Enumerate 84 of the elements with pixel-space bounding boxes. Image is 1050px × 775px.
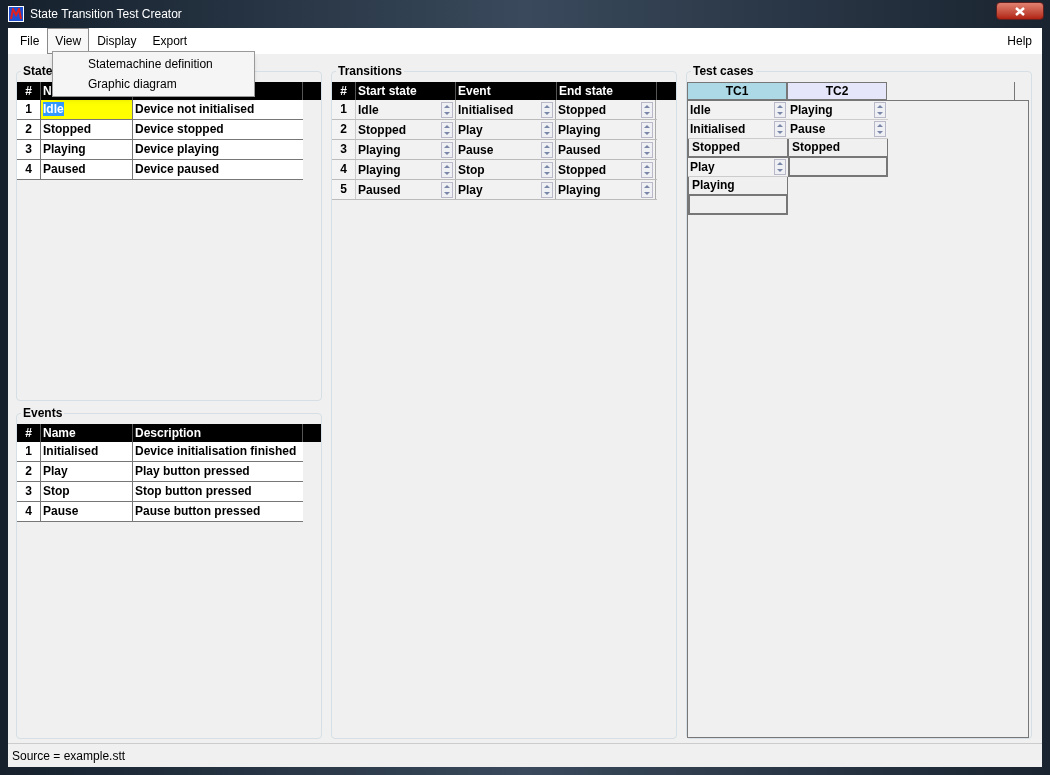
menu-item[interactable]: Display (89, 28, 145, 54)
table-cell[interactable]: Stopped (41, 120, 133, 139)
spinner-icon[interactable] (541, 101, 553, 118)
table-cell[interactable]: Initialised (458, 100, 514, 119)
table-cell[interactable]: Stopped (558, 160, 606, 179)
spinner-icon[interactable] (641, 161, 653, 178)
spinner-icon[interactable] (541, 121, 553, 138)
table-cell: 3 (17, 482, 41, 501)
table-cell: Stop (41, 482, 133, 501)
table-cell[interactable]: Idle (690, 101, 711, 119)
spinner-icon[interactable] (774, 159, 786, 175)
table-cell-text: Device playing (134, 141, 221, 158)
spinner-icon[interactable] (441, 101, 453, 118)
spinner-icon[interactable] (874, 102, 886, 118)
menu-option[interactable]: Statemachine definition (53, 54, 254, 74)
table-cell-text: Device stopped (134, 121, 225, 138)
spinner-icon[interactable] (774, 102, 786, 118)
spinner-icon[interactable] (541, 181, 553, 198)
group-title: Transitions (336, 64, 404, 78)
table-cell[interactable]: Playing (558, 180, 601, 199)
table-cell[interactable]: Stopped (358, 120, 406, 139)
table-cell[interactable]: Play (458, 120, 483, 139)
group-title: Events (21, 406, 65, 420)
spinner-icon[interactable] (641, 121, 653, 138)
table-cell[interactable]: Playing (358, 140, 401, 159)
spinner-icon[interactable] (441, 161, 453, 178)
table-cell[interactable]: Paused (358, 180, 401, 199)
spinner-icon[interactable] (541, 141, 553, 158)
table-cell: 3 (17, 140, 41, 159)
table-cell: 2 (332, 120, 356, 139)
spinner-icon[interactable] (641, 101, 653, 118)
table-cell[interactable]: Paused (41, 160, 133, 179)
table-cell[interactable]: Playing (558, 120, 601, 139)
table-cell[interactable]: Pause (458, 140, 494, 159)
table-cell: 4 (17, 502, 41, 521)
table-cell: 4 (17, 160, 41, 179)
menu-item[interactable]: View (47, 28, 90, 54)
table-cell[interactable]: Pause (790, 120, 826, 138)
menu-item[interactable]: Export (144, 28, 196, 54)
table-cell: Pause (41, 502, 133, 521)
spinner-icon[interactable] (641, 141, 653, 158)
close-button[interactable] (996, 2, 1044, 20)
table-cell[interactable]: Paused (558, 140, 601, 159)
window-title: State Transition Test Creator (30, 6, 182, 23)
table-cell-text: Play button pressed (134, 463, 251, 480)
table-cell[interactable]: Play (690, 158, 715, 176)
spinner-icon[interactable] (774, 121, 786, 137)
table-cell: Playing (688, 177, 788, 196)
spinner-icon[interactable] (541, 161, 553, 178)
app-icon (8, 6, 24, 22)
column-header[interactable]: TC1 (687, 82, 787, 100)
table-cell: 3 (332, 140, 356, 159)
menu-item[interactable]: File (12, 28, 48, 54)
spinner-icon[interactable] (441, 121, 453, 138)
spinner-icon[interactable] (441, 181, 453, 198)
table-cell-text: Device paused (134, 161, 221, 178)
group-title: State (21, 64, 55, 78)
table-cell: 2 (17, 120, 41, 139)
table-cell: Stopped (788, 139, 888, 158)
table-cell[interactable]: Playing (358, 160, 401, 179)
table-cell-text: Device not initialised (134, 101, 256, 118)
menu-item[interactable]: Help (1001, 32, 1038, 50)
table-cell[interactable]: Idle (358, 100, 379, 119)
column-header[interactable]: TC2 (787, 82, 887, 100)
group-title: Test cases (691, 64, 756, 78)
table-cell-text: Stop button pressed (134, 483, 253, 500)
table-cell[interactable]: Play (458, 180, 483, 199)
table-cell-text: Device initialisation finished (134, 443, 298, 460)
table-cell-text: Pause button pressed (134, 503, 262, 520)
table-cell[interactable]: Playing (41, 140, 133, 159)
status-text: Source = example.stt (12, 747, 126, 765)
table-cell: 1 (17, 442, 41, 461)
spinner-icon[interactable] (441, 141, 453, 158)
table-cell: 2 (17, 462, 41, 481)
table-cell: 5 (332, 180, 356, 199)
spinner-icon[interactable] (874, 121, 886, 137)
table-cell: Play (41, 462, 133, 481)
close-icon (1015, 6, 1025, 16)
table-cell[interactable]: Stopped (558, 100, 606, 119)
table-cell[interactable]: Stop (458, 160, 485, 179)
table-cell: 4 (332, 160, 356, 179)
table-cell: Initialised (41, 442, 133, 461)
table-cell: 1 (332, 100, 356, 119)
spinner-icon[interactable] (641, 181, 653, 198)
